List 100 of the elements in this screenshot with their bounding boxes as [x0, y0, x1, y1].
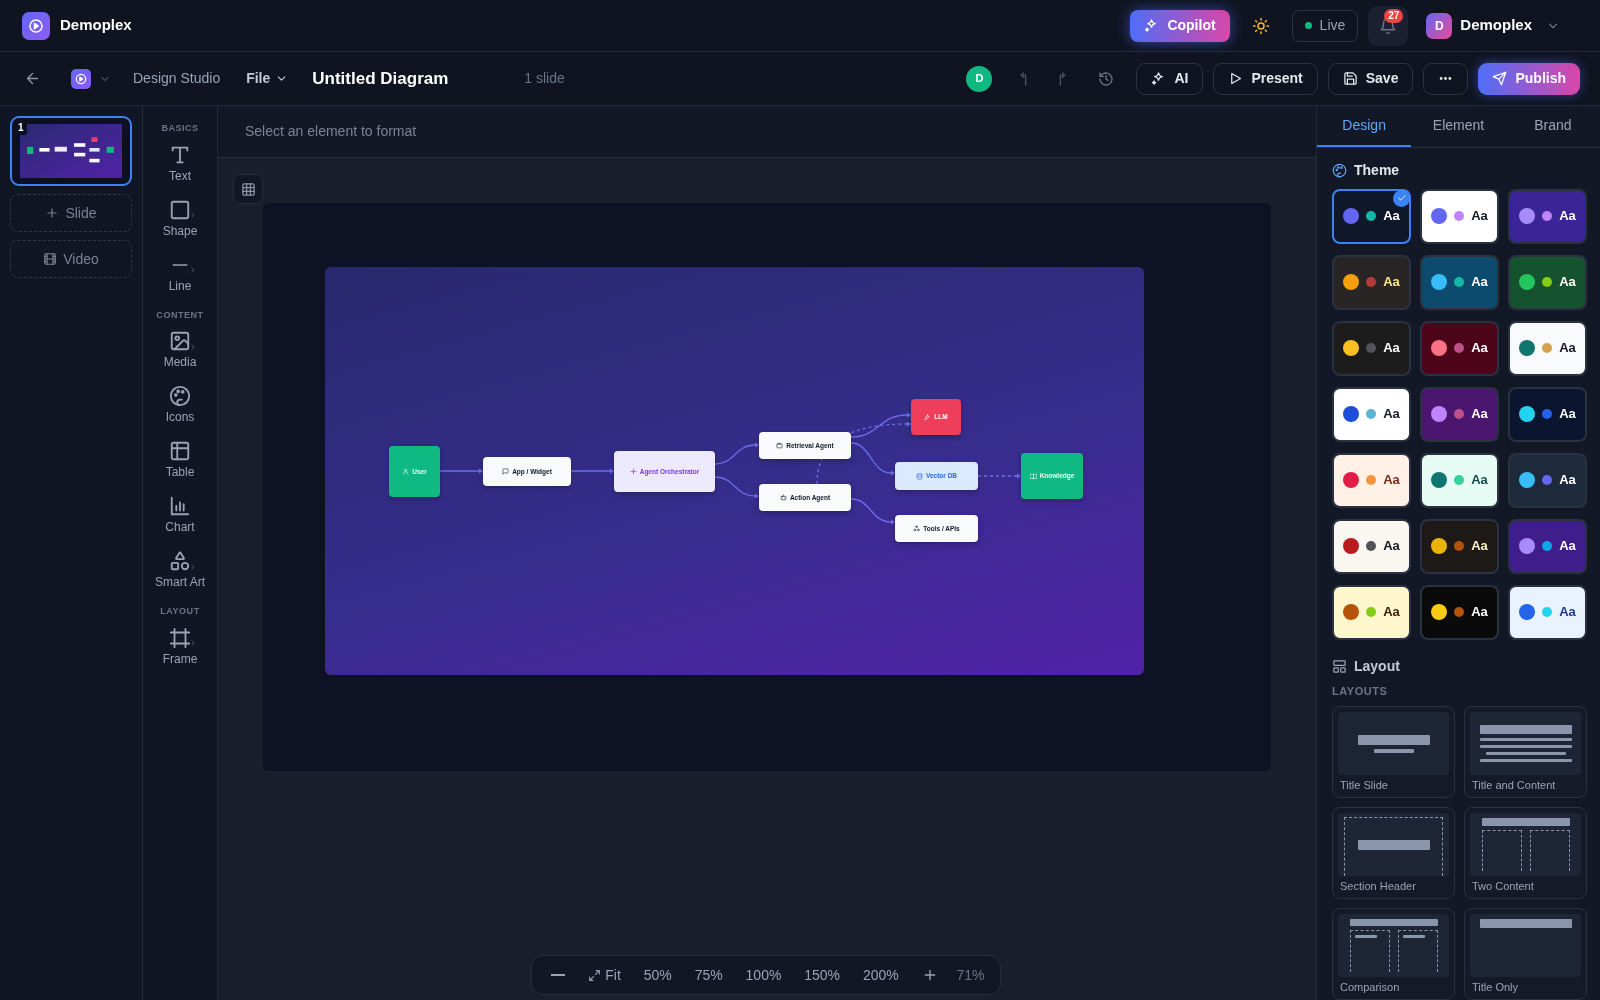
tool-button[interactable]: Frame	[147, 624, 213, 670]
font-sample: Aa	[1471, 603, 1488, 622]
fit-button[interactable]: Fit	[584, 962, 625, 988]
font-sample: Aa	[1471, 339, 1488, 358]
grid-toggle[interactable]	[233, 174, 263, 204]
theme-swatch[interactable]: Aa	[1332, 584, 1411, 640]
add-slide-button[interactable]: Slide	[10, 194, 132, 232]
font-sample: Aa	[1559, 207, 1576, 226]
layout-option[interactable]: Comparison	[1332, 908, 1455, 1000]
font-sample: Aa	[1383, 537, 1400, 556]
zoom-preset[interactable]: 100%	[741, 962, 786, 988]
connector-arrow	[977, 473, 1021, 479]
layout-option[interactable]: Two Content	[1464, 807, 1587, 899]
slide-thumbnail[interactable]: 1	[10, 116, 132, 186]
book-icon	[1029, 472, 1037, 480]
tool-button[interactable]: Chart	[147, 493, 213, 538]
font-sample: Aa	[1559, 537, 1576, 556]
connector-arrow	[714, 442, 759, 465]
document-title[interactable]: Untitled Diagram	[312, 65, 449, 92]
image-icon	[169, 330, 191, 352]
app-logo[interactable]	[22, 11, 50, 40]
palette-icon	[1332, 162, 1347, 178]
section-heading: BASICS	[161, 122, 199, 135]
theme-swatch[interactable]: Aa	[1508, 518, 1587, 574]
layout-option[interactable]: Title Slide	[1332, 706, 1455, 798]
section-heading: LAYOUTS	[1332, 683, 1389, 699]
theme-swatch[interactable]: Aa	[1420, 452, 1499, 508]
zoom-preset[interactable]: 75%	[690, 962, 727, 988]
section-title: Theme	[1354, 160, 1400, 180]
app-logo[interactable]	[71, 68, 91, 89]
user-name[interactable]: Demoplex	[1460, 14, 1532, 37]
ai-button[interactable]: AI	[1136, 62, 1204, 95]
font-sample: Aa	[1559, 405, 1576, 424]
theme-swatch[interactable]: Aa	[1332, 518, 1411, 574]
zoom-preset[interactable]: 200%	[858, 962, 903, 988]
panel-tab[interactable]: Element	[1411, 106, 1506, 147]
palette-icon	[169, 385, 191, 407]
theme-swatch[interactable]: Aa	[1420, 518, 1499, 574]
section-label: Design Studio	[133, 69, 221, 88]
slide-number: 1	[15, 120, 27, 135]
theme-swatch[interactable]: Aa	[1508, 254, 1587, 310]
copilot-button[interactable]: Copilot	[1130, 9, 1230, 42]
theme-swatch[interactable]: Aa	[1332, 320, 1411, 376]
notification-count: 27	[1384, 8, 1404, 23]
undo-icon	[1020, 71, 1028, 86]
font-sample: Aa	[1383, 471, 1400, 490]
font-sample: Aa	[1383, 339, 1400, 358]
theme-swatch[interactable]: Aa	[1420, 584, 1499, 640]
theme-swatch[interactable]: Aa	[1332, 386, 1411, 442]
theme-swatch[interactable]: Aa	[1420, 320, 1499, 376]
file-menu[interactable]: File	[242, 64, 293, 93]
tool-button[interactable]: Smart Art	[147, 548, 213, 593]
theme-swatch[interactable]: Aa	[1508, 386, 1587, 442]
tool-button[interactable]: Shape	[147, 196, 213, 242]
tool-button[interactable]: Media	[147, 328, 213, 373]
theme-swatch[interactable]: Aa	[1332, 452, 1411, 508]
font-sample: Aa	[1559, 471, 1576, 490]
expand-icon	[588, 968, 602, 982]
theme-swatch[interactable]: Aa	[1508, 188, 1587, 244]
chevron-right-icon	[189, 342, 197, 351]
panel-tab[interactable]: Design	[1317, 106, 1412, 147]
tool-button[interactable]: Table	[147, 438, 213, 483]
panel-tab[interactable]: Brand	[1505, 106, 1600, 147]
shapes-icon	[169, 550, 191, 572]
theme-swatch[interactable]: Aa	[1332, 254, 1411, 310]
theme-swatch[interactable]: Aa	[1508, 320, 1587, 376]
tool-button[interactable]: Line	[147, 251, 213, 297]
add-video-button[interactable]: Video	[10, 240, 132, 278]
font-sample: Aa	[1471, 537, 1488, 556]
minus-icon	[551, 974, 566, 976]
redo-icon	[1059, 71, 1067, 86]
chevron-right-icon	[189, 211, 197, 220]
layout-option[interactable]: Title and Content	[1464, 706, 1587, 798]
tool-button[interactable]: Text	[147, 141, 213, 187]
theme-swatch[interactable]: Aa	[1508, 584, 1587, 640]
chat-bubble-icon	[502, 468, 510, 475]
arrow-left-icon	[24, 70, 41, 87]
layout-option[interactable]: Section Header	[1332, 807, 1455, 899]
zoom-preset[interactable]: 150%	[800, 962, 845, 988]
play-icon	[1228, 71, 1244, 86]
notifications-button[interactable]: 27	[1368, 5, 1409, 46]
font-sample: Aa	[1559, 339, 1576, 358]
save-button[interactable]: Save	[1327, 62, 1414, 95]
theme-swatch[interactable]: Aa	[1508, 452, 1587, 508]
theme-swatch[interactable]: Aa	[1420, 188, 1499, 244]
font-sample: Aa	[1471, 471, 1488, 490]
publish-button[interactable]: Publish	[1478, 62, 1580, 95]
theme-swatch[interactable]: Aa	[1420, 386, 1499, 442]
nodes-icon	[913, 525, 921, 532]
history-icon	[1098, 70, 1115, 87]
tool-button[interactable]: Icons	[147, 383, 213, 428]
theme-swatch[interactable]: Aa	[1332, 188, 1411, 244]
profile-avatar[interactable]: D	[1426, 12, 1453, 39]
live-status[interactable]: Live	[1291, 9, 1359, 42]
theme-swatch[interactable]: Aa	[1420, 254, 1499, 310]
present-button[interactable]: Present	[1213, 62, 1318, 95]
font-sample: Aa	[1471, 273, 1488, 292]
frame-icon	[169, 626, 191, 649]
zoom-preset[interactable]: 50%	[639, 962, 676, 988]
layout-option[interactable]: Title Only	[1464, 908, 1587, 1000]
